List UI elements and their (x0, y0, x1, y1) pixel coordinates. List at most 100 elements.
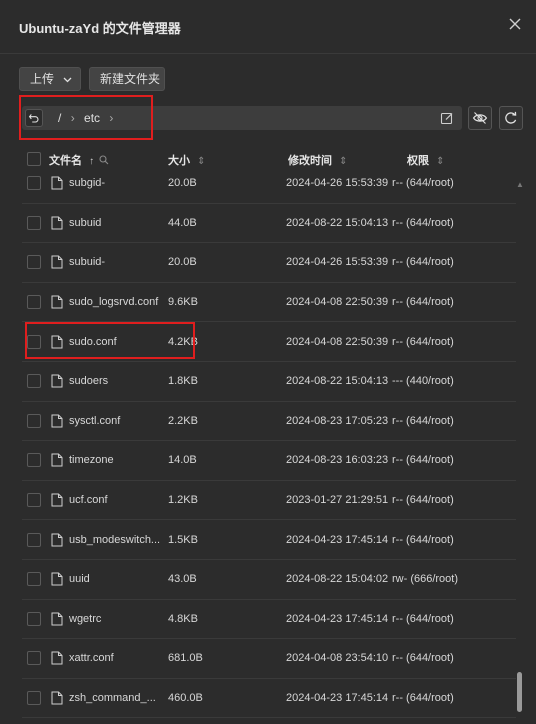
table-row[interactable]: timezone 14.0B 2024-08-23 16:03:23 r-- (644… (22, 441, 516, 481)
file-icon (51, 533, 63, 547)
dialog-title: Ubuntu-zaYd 的文件管理器 (19, 21, 181, 36)
hidden-files-toggle-icon[interactable] (468, 106, 492, 130)
column-name-header[interactable]: 文件名 ↑ (49, 152, 109, 168)
file-permission[interactable]: r-- (644/root) (392, 652, 454, 664)
table-row[interactable]: subgid- 20.0B 2024-04-26 15:53:39 r-- (644/… (22, 170, 516, 204)
file-permission[interactable]: r-- (644/root) (392, 217, 454, 229)
file-size: 1.2KB (168, 494, 198, 507)
file-name[interactable]: uuid (69, 573, 169, 585)
file-mtime: 2024-08-22 15:04:02 (286, 573, 389, 586)
table-row[interactable]: sysctl.conf 2.2KB 2024-08-23 17:05:23 r-- (… (22, 402, 516, 442)
edit-path-icon[interactable] (440, 111, 454, 125)
row-checkbox[interactable] (27, 176, 41, 191)
table-row[interactable]: subuid- 20.0B 2024-04-26 15:53:39 r-- (644/… (22, 243, 516, 283)
file-name[interactable]: subuid (69, 217, 169, 229)
close-icon[interactable] (508, 17, 522, 31)
file-permission[interactable]: r-- (644/root) (392, 613, 454, 625)
file-mtime: 2024-04-08 22:50:39 (286, 296, 389, 309)
file-permission[interactable]: r-- (644/root) (392, 296, 454, 308)
file-permission[interactable]: r-- (644/root) (392, 177, 454, 189)
file-size: 2.2KB (168, 414, 198, 427)
row-checkbox[interactable] (27, 493, 41, 508)
row-checkbox[interactable] (27, 413, 41, 428)
search-icon[interactable] (99, 155, 109, 165)
file-mtime: 2024-04-23 17:45:14 (286, 612, 389, 625)
file-name[interactable]: timezone (69, 454, 169, 466)
table-row[interactable]: ucf.conf 1.2KB 2023-01-27 21:29:51 r-- (644… (22, 481, 516, 521)
sort-ascending-icon[interactable]: ↑ (89, 156, 94, 167)
scrollbar-thumb[interactable] (517, 672, 522, 712)
column-mtime-header[interactable]: 修改时间 ⇕ (288, 152, 347, 168)
column-size-header[interactable]: 大小 ⇕ (168, 152, 205, 168)
row-checkbox[interactable] (27, 651, 41, 666)
file-mtime: 2024-04-26 15:53:39 (286, 177, 389, 190)
file-name[interactable]: sudo_logsrvd.conf (69, 296, 169, 308)
title-bar: Ubuntu-zaYd 的文件管理器 (0, 0, 536, 54)
file-name[interactable]: sysctl.conf (69, 415, 169, 427)
file-size: 43.0B (168, 573, 197, 586)
row-checkbox[interactable] (27, 572, 41, 587)
file-mtime: 2024-04-08 23:54:10 (286, 652, 389, 665)
file-icon (51, 612, 63, 626)
new-folder-button[interactable]: 新建文件夹 (89, 67, 165, 91)
file-permission[interactable]: r-- (644/root) (392, 494, 454, 506)
table-row[interactable]: usb_modeswitch... 1.5KB 2024-04-23 17:45:1… (22, 520, 516, 560)
file-icon (51, 453, 63, 467)
column-size-label: 大小 (168, 155, 190, 167)
file-size: 1.5KB (168, 533, 198, 546)
upload-button[interactable]: 上传 (19, 67, 81, 91)
row-checkbox[interactable] (27, 255, 41, 270)
table-row[interactable]: sudo_logsrvd.conf 9.6KB 2024-04-08 22:50:3… (22, 283, 516, 323)
file-icon (51, 572, 63, 586)
file-permission[interactable]: r-- (644/root) (392, 256, 454, 268)
file-size: 20.0B (168, 177, 197, 190)
row-checkbox[interactable] (27, 691, 41, 706)
file-size: 681.0B (168, 652, 203, 665)
file-mtime: 2024-04-23 17:45:14 (286, 692, 389, 705)
row-checkbox[interactable] (27, 453, 41, 468)
file-list: subgid- 20.0B 2024-04-26 15:53:39 r-- (644/… (22, 170, 516, 724)
file-mtime: 2024-04-23 17:45:14 (286, 533, 389, 546)
row-checkbox[interactable] (27, 374, 41, 389)
table-row[interactable]: sudoers 1.8KB 2024-08-22 15:04:13 --- (440/… (22, 362, 516, 402)
file-permission[interactable]: r-- (644/root) (392, 454, 454, 466)
file-mtime: 2024-04-08 22:50:39 (286, 335, 389, 348)
file-permission[interactable]: r-- (644/root) (392, 692, 454, 704)
row-checkbox[interactable] (27, 295, 41, 310)
refresh-icon[interactable] (499, 106, 523, 130)
table-row[interactable]: wgetrc 4.8KB 2024-04-23 17:45:14 r-- (644/r… (22, 600, 516, 640)
row-checkbox[interactable] (27, 215, 41, 230)
file-icon (51, 255, 63, 269)
file-permission[interactable]: rw- (666/root) (392, 573, 458, 585)
column-perm-header[interactable]: 权限 ⇕ (407, 152, 444, 168)
file-name[interactable]: ucf.conf (69, 494, 169, 506)
file-name[interactable]: usb_modeswitch... (69, 534, 169, 546)
file-permission[interactable]: r-- (644/root) (392, 415, 454, 427)
file-permission[interactable]: r-- (644/root) (392, 336, 454, 348)
file-name[interactable]: xattr.conf (69, 652, 169, 664)
table-row[interactable]: xattr.conf 681.0B 2024-04-08 23:54:10 r-- (… (22, 639, 516, 679)
file-size: 20.0B (168, 256, 197, 269)
row-checkbox[interactable] (27, 532, 41, 547)
file-name[interactable]: subgid- (69, 177, 169, 189)
file-icon (51, 295, 63, 309)
sort-icon: ⇕ (197, 156, 206, 167)
select-all-checkbox[interactable] (27, 152, 41, 166)
file-permission[interactable]: --- (440/root) (392, 375, 454, 387)
file-size: 44.0B (168, 216, 197, 229)
scroll-up-arrow-icon[interactable]: ▲ (516, 180, 524, 189)
file-icon (51, 493, 63, 507)
file-size: 14.0B (168, 454, 197, 467)
file-mtime: 2023-01-27 21:29:51 (286, 494, 389, 507)
file-permission[interactable]: r-- (644/root) (392, 534, 454, 546)
file-name[interactable]: wgetrc (69, 613, 169, 625)
table-row[interactable]: uuid 43.0B 2024-08-22 15:04:02 rw- (666/roo… (22, 560, 516, 600)
file-name[interactable]: sudoers (69, 375, 169, 387)
column-mtime-label: 修改时间 (288, 155, 332, 167)
table-row[interactable]: zsh_command_... 460.0B 2024-04-23 17:45:14… (22, 679, 516, 719)
sort-icon: ⇕ (436, 156, 445, 167)
table-row[interactable]: subuid 44.0B 2024-08-22 15:04:13 r-- (644/r… (22, 204, 516, 244)
file-name[interactable]: zsh_command_... (69, 692, 169, 704)
file-name[interactable]: subuid- (69, 256, 169, 268)
row-checkbox[interactable] (27, 611, 41, 626)
